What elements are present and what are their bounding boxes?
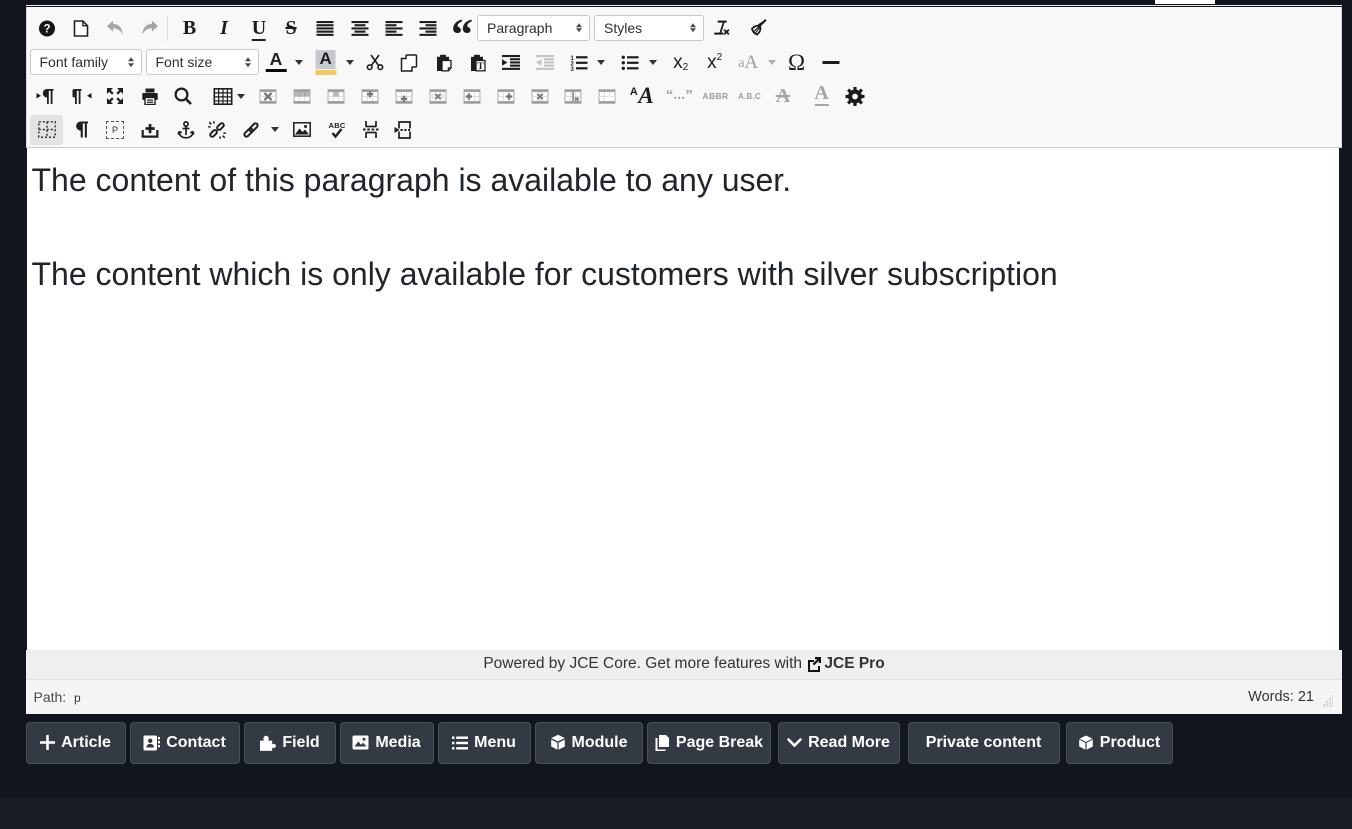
svg-text:?: ? <box>43 23 50 35</box>
svg-text:T: T <box>477 62 484 72</box>
svg-text:ABC: ABC <box>328 121 345 130</box>
svg-text:3: 3 <box>570 67 574 71</box>
